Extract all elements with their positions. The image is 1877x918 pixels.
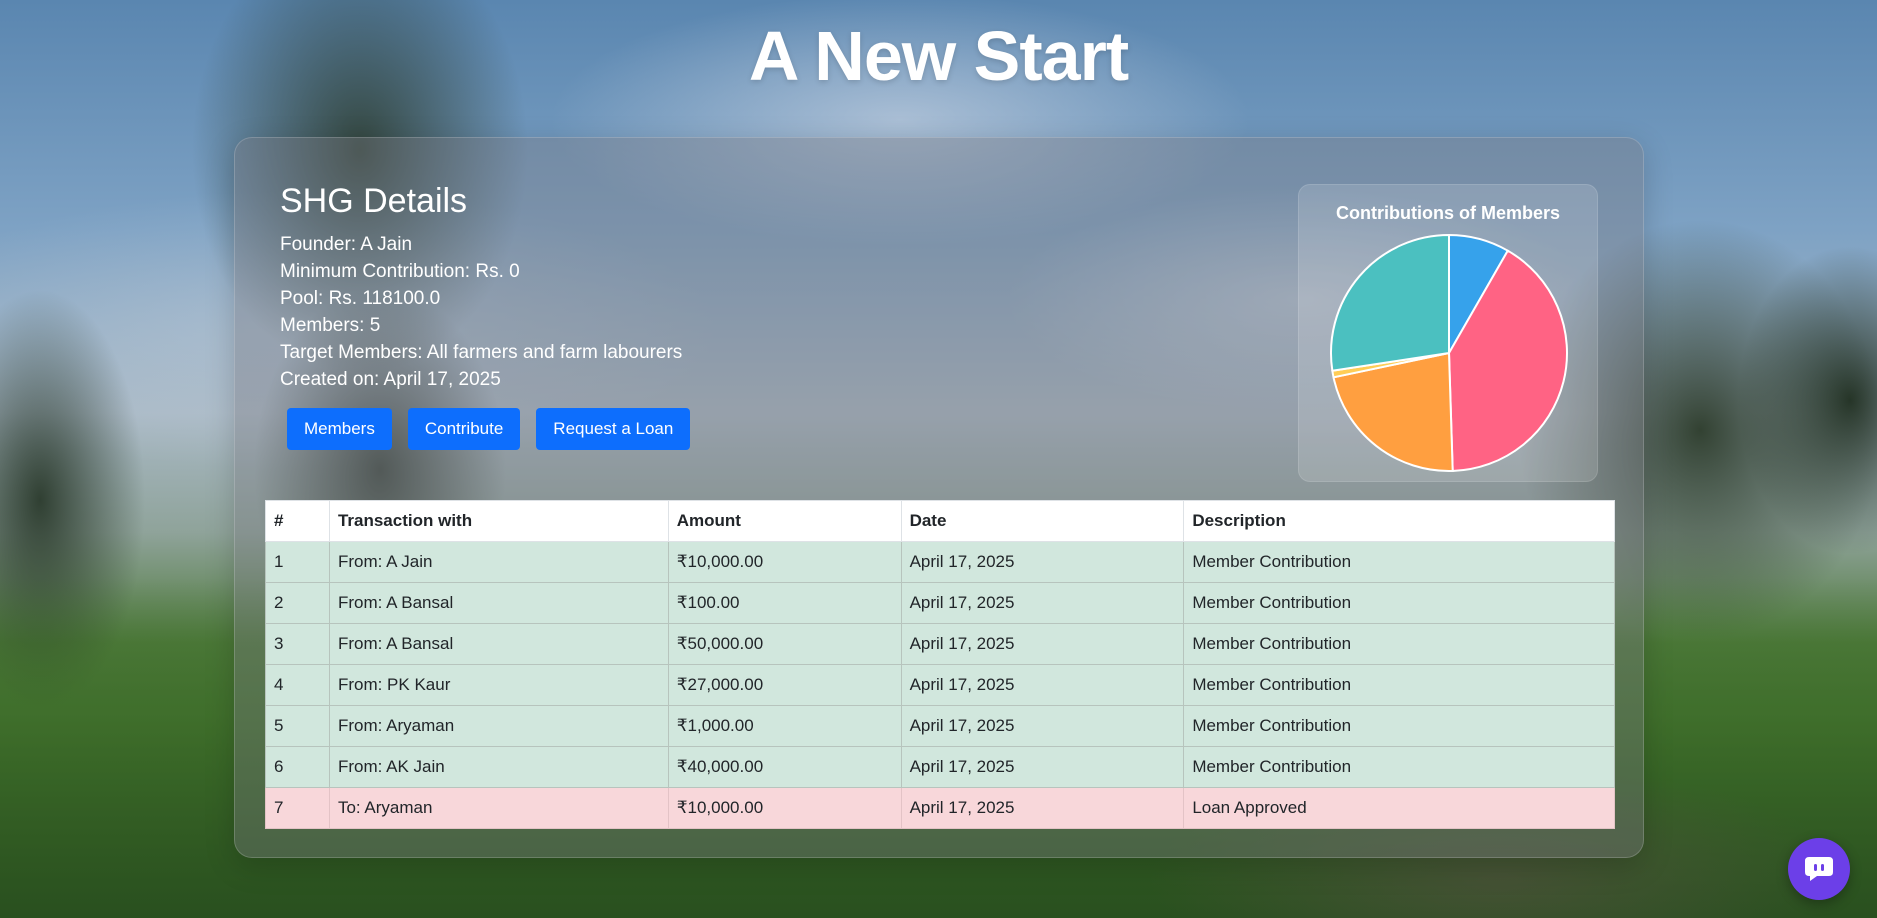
col-header-date: Date — [900, 500, 1185, 542]
cell-description: Member Contribution — [1183, 541, 1615, 583]
table-row: 3 From: A Bansal ₹50,000.00 April 17, 20… — [265, 623, 1615, 665]
chat-button[interactable] — [1788, 838, 1850, 900]
details-heading: SHG Details — [280, 182, 468, 220]
contribute-button[interactable]: Contribute — [407, 408, 521, 450]
cell-date: April 17, 2025 — [900, 705, 1185, 747]
cell-date: April 17, 2025 — [900, 582, 1185, 624]
cell-amount: ₹40,000.00 — [667, 746, 902, 788]
cell-amount: ₹50,000.00 — [667, 623, 902, 665]
table-row: 4 From: PK Kaur ₹27,000.00 April 17, 202… — [265, 664, 1615, 706]
pie-chart — [1330, 233, 1568, 472]
members-count-text: Members: 5 — [280, 315, 381, 336]
cell-amount: ₹100.00 — [667, 582, 902, 624]
cell-index: 7 — [265, 787, 330, 829]
cell-amount: ₹27,000.00 — [667, 664, 902, 706]
cell-transaction-with: From: Aryaman — [328, 705, 669, 747]
table-row: 2 From: A Bansal ₹100.00 April 17, 2025 … — [265, 582, 1615, 624]
cell-description: Member Contribution — [1183, 746, 1615, 788]
action-buttons: Members Contribute Request a Loan — [287, 408, 691, 450]
contributions-chart: Contributions of Members — [1298, 184, 1598, 482]
created-on-text: Created on: April 17, 2025 — [280, 369, 501, 390]
table-row: 6 From: AK Jain ₹40,000.00 April 17, 202… — [265, 746, 1615, 788]
cell-amount: ₹10,000.00 — [667, 787, 902, 829]
pie-slice-5[interactable] — [1330, 233, 1450, 372]
table-header-row: # Transaction with Amount Date Descripti… — [265, 500, 1615, 542]
cell-index: 6 — [265, 746, 330, 788]
cell-index: 1 — [265, 541, 330, 583]
founder-text: Founder: A Jain — [280, 234, 413, 255]
cell-transaction-with: From: A Jain — [328, 541, 669, 583]
cell-index: 4 — [265, 664, 330, 706]
col-header-description: Description — [1183, 500, 1615, 542]
cell-description: Member Contribution — [1183, 705, 1615, 747]
cell-index: 2 — [265, 582, 330, 624]
cell-description: Member Contribution — [1183, 664, 1615, 706]
shg-details: SHG Details Founder: A Jain Minimum Cont… — [280, 182, 682, 393]
shg-card: SHG Details Founder: A Jain Minimum Cont… — [234, 137, 1644, 858]
col-header-index: # — [265, 500, 330, 542]
page-title: A New Start — [748, 17, 1129, 95]
transactions-table: # Transaction with Amount Date Descripti… — [265, 500, 1615, 829]
request-loan-button[interactable]: Request a Loan — [536, 408, 691, 450]
chart-title: Contributions of Members — [1336, 203, 1560, 223]
col-header-amount: Amount — [667, 500, 902, 542]
table-row: 1 From: A Jain ₹10,000.00 April 17, 2025… — [265, 541, 1615, 583]
cell-amount: ₹10,000.00 — [667, 541, 902, 583]
cell-index: 5 — [265, 705, 330, 747]
cell-transaction-with: From: A Bansal — [328, 582, 669, 624]
cell-amount: ₹1,000.00 — [667, 705, 902, 747]
chat-bubble-icon — [1805, 857, 1833, 881]
cell-transaction-with: From: AK Jain — [328, 746, 669, 788]
table-row: 5 From: Aryaman ₹1,000.00 April 17, 2025… — [265, 705, 1615, 747]
col-header-transaction-with: Transaction with — [328, 500, 669, 542]
members-button[interactable]: Members — [287, 408, 392, 450]
cell-transaction-with: From: PK Kaur — [328, 664, 669, 706]
cell-date: April 17, 2025 — [900, 541, 1185, 583]
cell-index: 3 — [265, 623, 330, 665]
cell-date: April 17, 2025 — [900, 623, 1185, 665]
cell-transaction-with: From: A Bansal — [328, 623, 669, 665]
cell-date: April 17, 2025 — [900, 664, 1185, 706]
pool-text: Pool: Rs. 118100.0 — [280, 288, 441, 309]
cell-date: April 17, 2025 — [900, 746, 1185, 788]
table-row: 7 To: Aryaman ₹10,000.00 April 17, 2025 … — [265, 787, 1615, 829]
cell-transaction-with: To: Aryaman — [328, 787, 669, 829]
target-members-text: Target Members: All farmers and farm lab… — [280, 342, 683, 363]
cell-description: Loan Approved — [1183, 787, 1615, 829]
min-contribution-text: Minimum Contribution: Rs. 0 — [280, 261, 520, 282]
cell-date: April 17, 2025 — [900, 787, 1185, 829]
cell-description: Member Contribution — [1183, 582, 1615, 624]
cell-description: Member Contribution — [1183, 623, 1615, 665]
